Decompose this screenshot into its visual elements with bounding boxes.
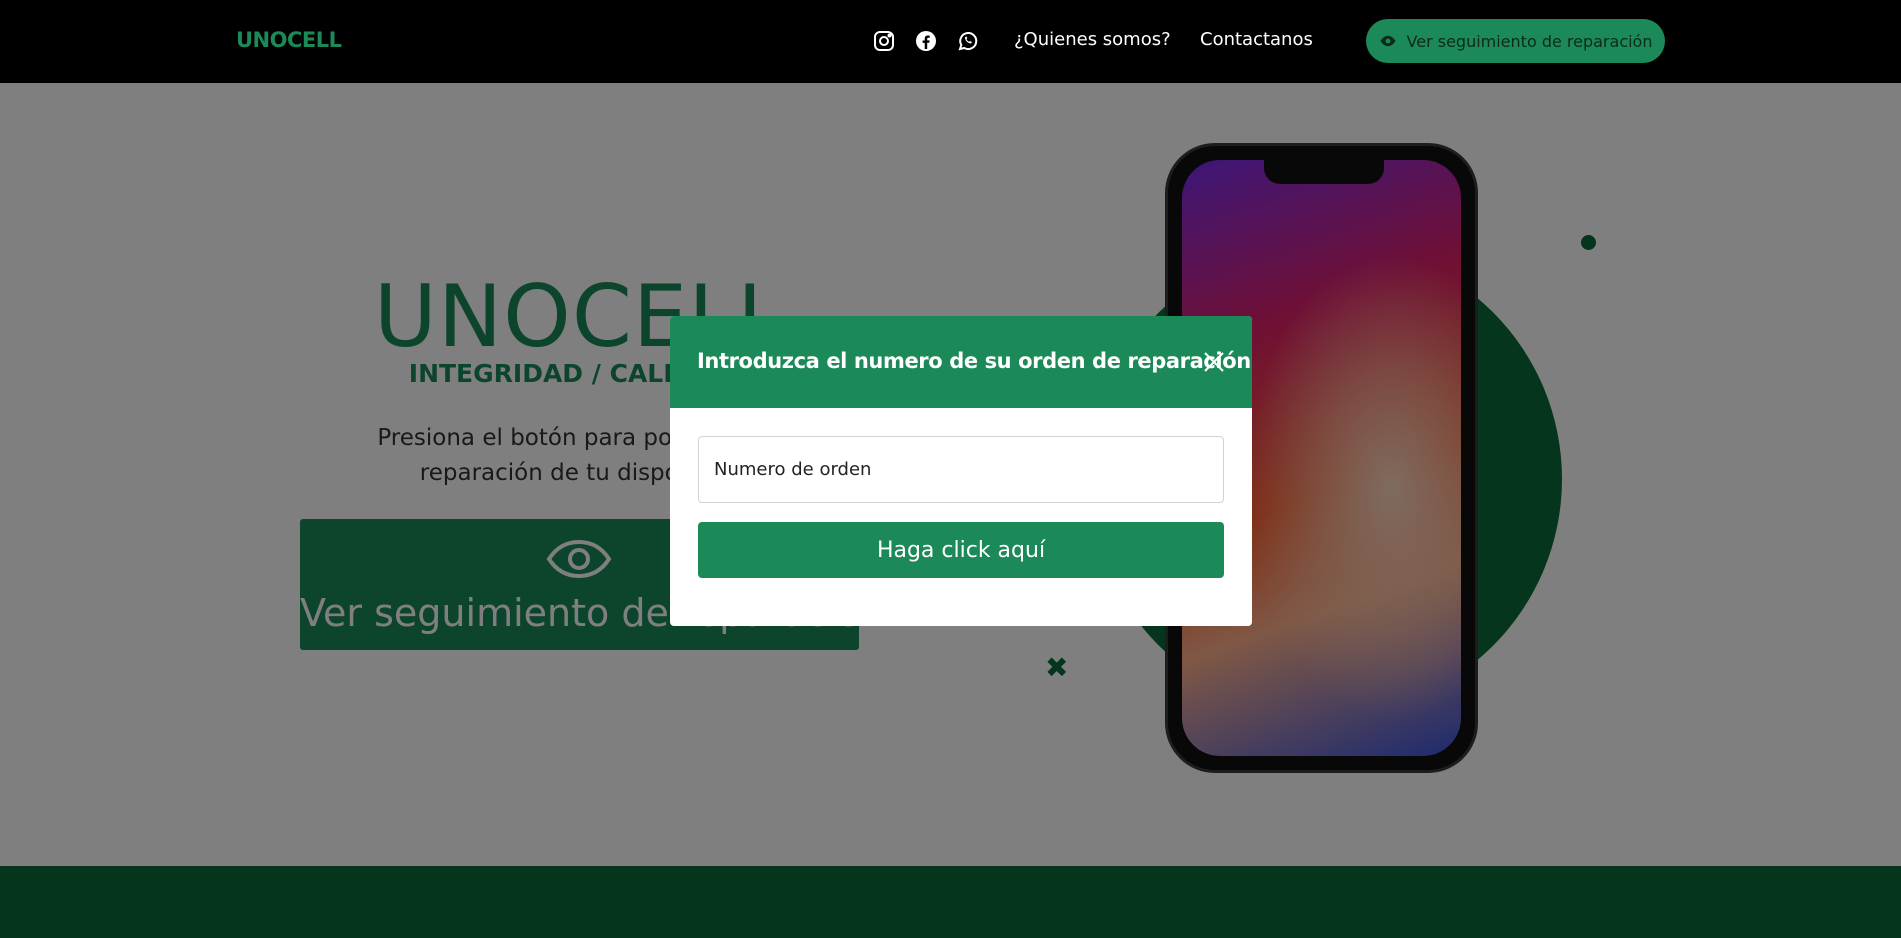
nav-track-repair-label: Ver seguimiento de reparación [1406, 31, 1653, 51]
navbar: UNOCELL ¿Quienes somos? Contactanos Ver … [0, 0, 1901, 83]
order-number-input[interactable] [698, 436, 1224, 503]
submit-button[interactable]: Haga click aquí [698, 522, 1224, 578]
navbar-brand[interactable]: UNOCELL [236, 28, 342, 52]
whatsapp-icon[interactable] [956, 29, 980, 53]
nav-link-contactanos[interactable]: Contactanos [1200, 29, 1313, 50]
modal-title: Introduzca el numero de su orden de repa… [697, 349, 1251, 373]
nav-track-repair-button[interactable]: Ver seguimiento de reparación [1366, 19, 1665, 63]
nav-link-quienes-somos[interactable]: ¿Quienes somos? [1014, 29, 1171, 50]
instagram-icon[interactable] [872, 29, 896, 53]
modal-header: Introduzca el numero de su orden de repa… [670, 316, 1252, 408]
eye-icon [1380, 35, 1396, 47]
facebook-icon[interactable] [914, 29, 938, 53]
close-icon[interactable] [1201, 349, 1227, 375]
order-modal: Introduzca el numero de su orden de repa… [670, 316, 1252, 626]
